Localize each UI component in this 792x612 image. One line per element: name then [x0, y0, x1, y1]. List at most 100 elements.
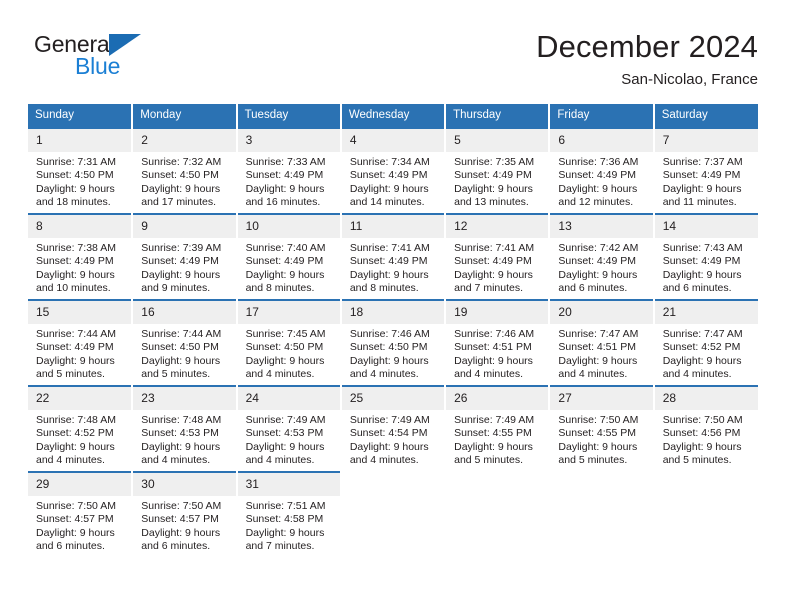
calendar-day-cell[interactable]: 15 Sunrise: 7:44 AM Sunset: 4:49 PM Dayligh…	[28, 299, 134, 386]
calendar-day-cell[interactable]: 10 Sunrise: 7:40 AM Sunset: 4:49 PM Dayligh…	[236, 213, 342, 300]
calendar-day-cell[interactable]: 3 Sunrise: 7:33 AM Sunset: 4:49 PM Daylight…	[236, 127, 342, 214]
daylight-text-line2: and 5 minutes.	[141, 367, 211, 380]
daylight-text-line1: Daylight: 9 hours	[245, 182, 325, 195]
calendar-day-cell[interactable]: 12 Sunrise: 7:41 AM Sunset: 4:49 PM Dayligh…	[445, 213, 551, 300]
daylight-text-line2: and 7 minutes.	[245, 539, 315, 552]
calendar-day-cell-empty	[340, 471, 447, 557]
sunrise-text: Sunrise: 7:35 AM	[454, 156, 535, 168]
sunrise-text: Sunrise: 7:44 AM	[36, 328, 116, 340]
calendar-day-cell[interactable]: 9 Sunrise: 7:39 AM Sunset: 4:49 PM Daylight…	[132, 213, 238, 300]
day-info: Sunrise: 7:50 AM Sunset: 4:57 PM Daylight:…	[133, 496, 235, 553]
day-number: 23	[133, 387, 236, 410]
daylight-text-line1: Daylight: 9 hours	[141, 526, 221, 539]
weekday-header-tuesday: Tuesday	[236, 104, 342, 128]
day-number: 22	[28, 387, 132, 410]
calendar-week-row: 22 Sunrise: 7:48 AM Sunset: 4:52 PM Dayligh…	[28, 385, 758, 472]
calendar-day-cell[interactable]: 28 Sunrise: 7:50 AM Sunset: 4:56 PM Dayligh…	[653, 385, 758, 472]
calendar-day-cell[interactable]: 20 Sunrise: 7:47 AM Sunset: 4:51 PM Dayligh…	[549, 299, 655, 386]
calendar-day-cell[interactable]: 31 Sunrise: 7:51 AM Sunset: 4:58 PM Dayligh…	[236, 471, 342, 557]
calendar-week-row: 1 Sunrise: 7:31 AM Sunset: 4:50 PM Daylight…	[28, 127, 758, 214]
daylight-text-line2: and 4 minutes.	[558, 367, 628, 380]
daylight-text-line2: and 5 minutes.	[454, 453, 524, 466]
day-number: 5	[446, 129, 549, 152]
daylight-text-line1: Daylight: 9 hours	[349, 182, 429, 195]
day-info	[342, 496, 444, 500]
sunset-text: Sunset: 4:54 PM	[349, 427, 428, 440]
calendar-week-row: 8 Sunrise: 7:38 AM Sunset: 4:49 PM Daylight…	[28, 213, 758, 300]
daylight-text-line2: and 6 minutes.	[36, 539, 105, 552]
calendar-day-cell[interactable]: 11 Sunrise: 7:41 AM Sunset: 4:49 PM Dayligh…	[340, 213, 447, 300]
day-number: 24	[237, 387, 340, 410]
generalblue-logo[interactable]: General Blue	[34, 32, 234, 92]
daylight-text-line2: and 4 minutes.	[662, 367, 732, 380]
daylight-text-line1: Daylight: 9 hours	[454, 440, 533, 453]
sunrise-text: Sunrise: 7:47 AM	[558, 328, 639, 340]
daylight-text-line1: Daylight: 9 hours	[141, 182, 221, 195]
calendar-day-cell[interactable]: 30 Sunrise: 7:50 AM Sunset: 4:57 PM Dayligh…	[132, 471, 238, 557]
calendar-day-cell[interactable]: 2 Sunrise: 7:32 AM Sunset: 4:50 PM Daylight…	[132, 127, 238, 214]
calendar-day-cell[interactable]: 26 Sunrise: 7:49 AM Sunset: 4:55 PM Dayligh…	[445, 385, 551, 472]
calendar-day-cell[interactable]: 4 Sunrise: 7:34 AM Sunset: 4:49 PM Daylight…	[340, 127, 447, 214]
day-info: Sunrise: 7:36 AM Sunset: 4:49 PM Daylight:…	[550, 152, 652, 209]
sunrise-text: Sunrise: 7:50 AM	[558, 414, 639, 426]
calendar-day-cell[interactable]: 1 Sunrise: 7:31 AM Sunset: 4:50 PM Daylight…	[28, 127, 134, 214]
day-number: 14	[654, 215, 758, 238]
day-number: 18	[341, 301, 445, 324]
sunrise-text: Sunrise: 7:34 AM	[349, 156, 430, 168]
sunrise-text: Sunrise: 7:41 AM	[349, 242, 430, 254]
calendar-day-cell[interactable]: 6 Sunrise: 7:36 AM Sunset: 4:49 PM Daylight…	[549, 127, 655, 214]
sunset-text: Sunset: 4:49 PM	[245, 255, 324, 268]
day-info: Sunrise: 7:50 AM Sunset: 4:56 PM Daylight:…	[655, 410, 758, 467]
day-info: Sunrise: 7:48 AM Sunset: 4:53 PM Daylight:…	[133, 410, 235, 467]
daylight-text-line2: and 14 minutes.	[349, 195, 425, 208]
calendar-day-cell[interactable]: 24 Sunrise: 7:49 AM Sunset: 4:53 PM Dayligh…	[236, 385, 342, 472]
sunrise-text: Sunrise: 7:43 AM	[662, 242, 743, 254]
sunrise-text: Sunrise: 7:44 AM	[141, 328, 222, 340]
calendar-day-cell[interactable]: 16 Sunrise: 7:44 AM Sunset: 4:50 PM Dayligh…	[132, 299, 238, 386]
calendar-day-cell[interactable]: 17 Sunrise: 7:45 AM Sunset: 4:50 PM Dayligh…	[236, 299, 342, 386]
daylight-text-line2: and 5 minutes.	[558, 453, 628, 466]
page-header: General Blue December 2024 San-Nicolao, …	[28, 28, 758, 96]
sunrise-text: Sunrise: 7:50 AM	[141, 500, 222, 512]
calendar-day-cell[interactable]: 14 Sunrise: 7:43 AM Sunset: 4:49 PM Dayligh…	[653, 213, 758, 300]
daylight-text-line2: and 16 minutes.	[245, 195, 321, 208]
daylight-text-line1: Daylight: 9 hours	[662, 182, 742, 195]
daylight-text-line1: Daylight: 9 hours	[558, 182, 638, 195]
sunset-text: Sunset: 4:55 PM	[558, 427, 637, 440]
calendar-day-cell[interactable]: 18 Sunrise: 7:46 AM Sunset: 4:50 PM Dayligh…	[340, 299, 447, 386]
daylight-text-line2: and 4 minutes.	[454, 367, 524, 380]
daylight-text-line2: and 4 minutes.	[36, 453, 105, 466]
day-info	[655, 496, 758, 500]
calendar-day-cell-empty	[445, 471, 551, 557]
calendar-day-cell[interactable]: 19 Sunrise: 7:46 AM Sunset: 4:51 PM Dayligh…	[445, 299, 551, 386]
calendar-day-cell[interactable]: 21 Sunrise: 7:47 AM Sunset: 4:52 PM Dayligh…	[653, 299, 758, 386]
sunset-text: Sunset: 4:49 PM	[662, 255, 741, 268]
sunrise-text: Sunrise: 7:33 AM	[245, 156, 326, 168]
day-info: Sunrise: 7:46 AM Sunset: 4:51 PM Daylight:…	[446, 324, 548, 381]
sunrise-text: Sunrise: 7:31 AM	[36, 156, 116, 168]
calendar-day-cell[interactable]: 22 Sunrise: 7:48 AM Sunset: 4:52 PM Dayligh…	[28, 385, 134, 472]
page-subtitle: San-Nicolao, France	[621, 71, 758, 88]
daylight-text-line2: and 10 minutes.	[36, 281, 111, 294]
day-number: 28	[654, 387, 758, 410]
daylight-text-line2: and 8 minutes.	[245, 281, 315, 294]
day-number: 11	[341, 215, 445, 238]
sunset-text: Sunset: 4:49 PM	[36, 341, 114, 354]
calendar-day-cell[interactable]: 13 Sunrise: 7:42 AM Sunset: 4:49 PM Dayligh…	[549, 213, 655, 300]
day-number: 19	[446, 301, 549, 324]
calendar-day-cell[interactable]: 25 Sunrise: 7:49 AM Sunset: 4:54 PM Dayligh…	[340, 385, 447, 472]
triangle-icon	[109, 34, 141, 56]
daylight-text-line1: Daylight: 9 hours	[141, 268, 221, 281]
sunrise-text: Sunrise: 7:48 AM	[36, 414, 116, 426]
daylight-text-line1: Daylight: 9 hours	[36, 182, 115, 195]
calendar-day-cell[interactable]: 8 Sunrise: 7:38 AM Sunset: 4:49 PM Daylight…	[28, 213, 134, 300]
day-number: 29	[28, 473, 132, 496]
calendar-day-cell[interactable]: 7 Sunrise: 7:37 AM Sunset: 4:49 PM Daylight…	[653, 127, 758, 214]
day-info: Sunrise: 7:35 AM Sunset: 4:49 PM Daylight:…	[446, 152, 548, 209]
calendar-day-cell[interactable]: 29 Sunrise: 7:50 AM Sunset: 4:57 PM Dayligh…	[28, 471, 134, 557]
calendar-day-cell[interactable]: 5 Sunrise: 7:35 AM Sunset: 4:49 PM Daylight…	[445, 127, 551, 214]
calendar-day-cell[interactable]: 23 Sunrise: 7:48 AM Sunset: 4:53 PM Dayligh…	[132, 385, 238, 472]
daylight-text-line1: Daylight: 9 hours	[245, 526, 325, 539]
calendar-day-cell[interactable]: 27 Sunrise: 7:50 AM Sunset: 4:55 PM Dayligh…	[549, 385, 655, 472]
sunset-text: Sunset: 4:49 PM	[662, 169, 741, 182]
